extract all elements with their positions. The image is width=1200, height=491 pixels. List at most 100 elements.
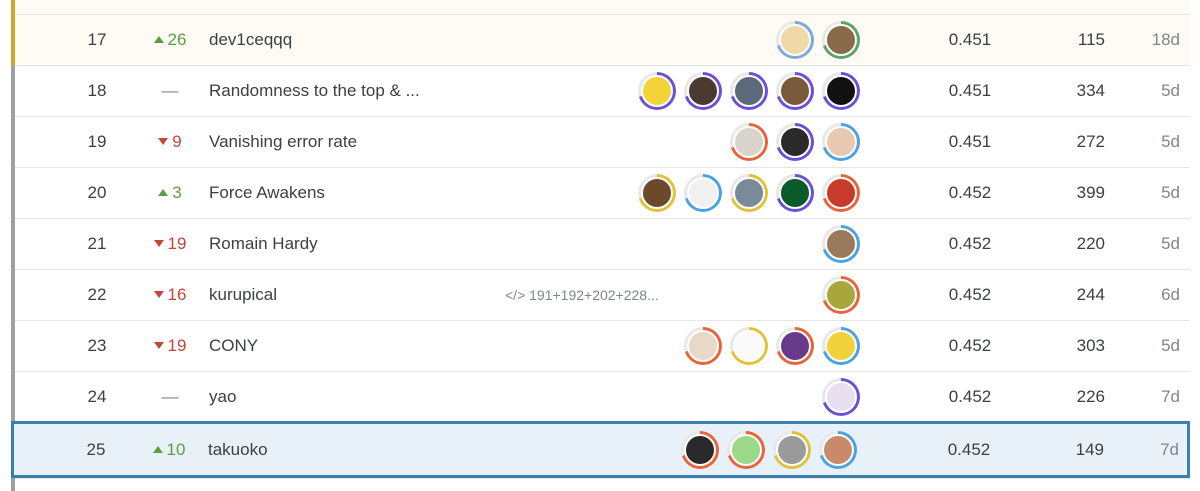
avatar-image <box>687 330 719 362</box>
entries-count: 149 <box>1075 439 1104 459</box>
rank-change: — <box>161 81 179 100</box>
team-name[interactable]: Randomness to the top & ... <box>209 81 420 101</box>
entries-count: 115 <box>1077 30 1105 49</box>
team-name[interactable]: dev1ceqqq <box>209 30 292 50</box>
member-avatar[interactable] <box>822 21 860 59</box>
submission-code-link[interactable]: </> 191+192+202+228... <box>505 287 659 303</box>
team-members <box>822 276 860 314</box>
member-avatar[interactable] <box>822 225 860 263</box>
rank: 19 <box>87 132 107 151</box>
member-avatar[interactable] <box>776 72 814 110</box>
last-submission: 5d <box>1161 336 1180 355</box>
leaderboard-row[interactable]: 17 26 dev1ceqqq 0.451 115 18d <box>15 15 1190 66</box>
team-members <box>822 377 860 416</box>
rank-change: 16 <box>135 285 205 305</box>
leaderboard-row[interactable]: 18 — Randomness to the top & ... 0.451 334 5d <box>15 66 1190 117</box>
leaderboard-row[interactable]: 25 10 takuoko 0.452 149 7d <box>11 421 1190 478</box>
member-avatar[interactable] <box>730 72 768 110</box>
rank-change-value: 3 <box>172 183 182 202</box>
last-submission: 5d <box>1161 183 1180 202</box>
rank-change: 26 <box>135 30 205 50</box>
team-name[interactable]: Romain Hardy <box>209 234 318 254</box>
leaderboard-row[interactable]: 21 19 Romain Hardy 0.452 220 5d <box>15 219 1190 270</box>
leaderboard-row[interactable]: 23 19 CONY 0.452 303 5d <box>15 321 1190 372</box>
rank-change-value: 9 <box>172 132 182 151</box>
member-avatar[interactable] <box>638 72 676 110</box>
member-avatar[interactable] <box>822 72 860 110</box>
member-avatar[interactable] <box>822 174 860 212</box>
avatar-image <box>825 228 857 260</box>
rank: 24 <box>87 386 107 406</box>
member-avatar[interactable] <box>773 430 811 469</box>
member-avatar[interactable] <box>776 327 814 365</box>
entries-count: 334 <box>1076 81 1105 100</box>
last-submission: 7d <box>1160 439 1179 459</box>
team-name[interactable]: takuoko <box>208 440 268 460</box>
score: 0.452 <box>948 183 992 202</box>
avatar-image <box>779 177 811 209</box>
member-avatar[interactable] <box>730 327 768 365</box>
member-avatar[interactable] <box>822 327 860 365</box>
member-avatar[interactable] <box>730 123 768 161</box>
team-members <box>681 430 857 469</box>
rank-change: 19 <box>135 234 205 254</box>
leaderboard-row[interactable]: 19 9 Vanishing error rate 0.451 272 5d <box>15 117 1190 168</box>
avatar-image <box>779 24 811 56</box>
arrow-down-icon <box>153 342 164 349</box>
member-avatar[interactable] <box>684 72 722 110</box>
member-avatar[interactable] <box>638 174 676 212</box>
leaderboard-row[interactable]: 24 — yao 0.452 226 7d <box>15 372 1190 422</box>
team-name[interactable]: Force Awakens <box>209 183 325 203</box>
member-avatar[interactable] <box>684 174 722 212</box>
score: 0.451 <box>948 30 992 49</box>
last-submission: 5d <box>1161 81 1180 100</box>
member-avatar[interactable] <box>822 276 860 314</box>
avatar-image <box>825 126 857 158</box>
member-avatar[interactable] <box>776 174 814 212</box>
previous-row-stub <box>15 0 1190 15</box>
team-name[interactable]: yao <box>209 387 236 407</box>
leaderboard-row[interactable]: 20 3 Force Awakens 0.452 399 5d <box>15 168 1190 219</box>
team-name[interactable]: kurupical <box>209 285 277 305</box>
rank: 22 <box>87 285 107 304</box>
last-submission: 5d <box>1161 234 1180 253</box>
avatar-image <box>825 24 857 56</box>
avatar-image <box>825 279 857 311</box>
score: 0.452 <box>948 285 992 304</box>
avatar-image <box>825 380 857 413</box>
avatar-image <box>776 433 808 466</box>
member-avatar[interactable] <box>819 430 857 469</box>
arrow-down-icon <box>158 138 169 145</box>
rank-change-value: 19 <box>167 234 187 253</box>
leaderboard-row[interactable]: 22 16 kurupical </> 191+192+202+228... 0.452… <box>15 270 1190 321</box>
avatar-image <box>779 75 811 107</box>
member-avatar[interactable] <box>730 174 768 212</box>
score: 0.452 <box>948 336 992 355</box>
member-avatar[interactable] <box>776 123 814 161</box>
team-name[interactable]: CONY <box>209 336 258 356</box>
member-avatar[interactable] <box>727 430 765 469</box>
avatar-image <box>733 177 765 209</box>
avatar-image <box>687 177 719 209</box>
score: 0.452 <box>948 386 992 406</box>
arrow-down-icon <box>153 291 164 298</box>
member-avatar[interactable] <box>681 430 719 469</box>
arrow-up-icon <box>158 189 169 196</box>
team-members <box>684 327 860 365</box>
last-submission: 7d <box>1161 386 1180 406</box>
rank-change-value: 26 <box>167 30 187 49</box>
arrow-up-icon <box>152 445 163 453</box>
team-members <box>822 225 860 263</box>
member-avatar[interactable] <box>822 377 860 416</box>
avatar-image <box>779 330 811 362</box>
member-avatar[interactable] <box>822 123 860 161</box>
arrow-up-icon <box>153 36 164 43</box>
arrow-down-icon <box>153 240 164 247</box>
rank-change: 9 <box>135 132 205 152</box>
score: 0.452 <box>947 439 991 459</box>
member-avatar[interactable] <box>776 21 814 59</box>
member-avatar[interactable] <box>684 327 722 365</box>
entries-count: 220 <box>1076 234 1105 253</box>
team-name[interactable]: Vanishing error rate <box>209 132 357 152</box>
avatar-image <box>825 330 857 362</box>
